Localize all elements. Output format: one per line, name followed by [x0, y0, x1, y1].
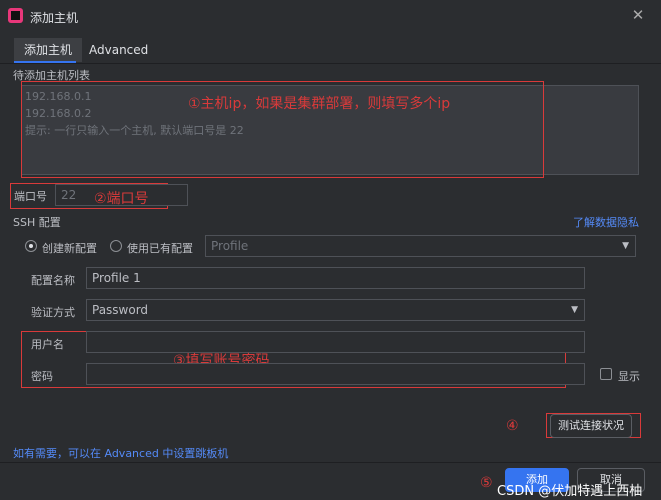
auth-method-value: Password — [92, 303, 149, 317]
port-label: 端口号 — [14, 190, 47, 203]
config-name-label: 配置名称 — [31, 274, 75, 287]
privacy-link[interactable]: 了解数据隐私 — [573, 214, 639, 230]
annotation-hosts: ①主机ip，如果是集群部署，则填写多个ip — [188, 96, 451, 112]
advanced-hint: 如有需要，可以在 Advanced 中设置跳板机 — [13, 447, 229, 460]
annotation-test: ④ — [506, 418, 519, 434]
password-label: 密码 — [31, 370, 53, 383]
existing-profile-value: Profile — [211, 239, 249, 253]
config-name-input[interactable]: Profile 1 — [86, 267, 585, 289]
password-input[interactable] — [86, 363, 585, 385]
footer-divider — [0, 462, 661, 463]
title-bar — [0, 0, 661, 32]
window-title: 添加主机 — [30, 11, 79, 25]
tabs-divider — [0, 63, 661, 64]
auth-method-label: 验证方式 — [31, 306, 75, 319]
radio-existing-config[interactable] — [110, 240, 122, 252]
username-label: 用户名 — [31, 338, 64, 351]
username-input[interactable] — [86, 331, 585, 353]
chevron-down-icon: ▼ — [571, 305, 578, 315]
tab-add-host[interactable]: 添加主机 — [14, 38, 83, 62]
existing-profile-select[interactable]: Profile ▼ — [205, 235, 636, 257]
app-logo-icon — [8, 8, 23, 23]
ssh-section-label: SSH 配置 — [13, 216, 61, 229]
radio-existing-config-label: 使用已有配置 — [127, 242, 193, 255]
chevron-down-icon: ▼ — [622, 241, 629, 251]
radio-new-config[interactable] — [25, 240, 37, 252]
annotation-port: ②端口号 — [94, 191, 149, 207]
radio-new-config-label: 创建新配置 — [42, 242, 97, 255]
tab-advanced[interactable]: Advanced — [79, 38, 158, 62]
show-password-checkbox[interactable] — [600, 368, 612, 380]
close-icon[interactable]: ✕ — [630, 7, 646, 23]
watermark: CSDN @伏加特遇上西柚 — [497, 484, 643, 499]
test-connection-button[interactable]: 测试连接状况 — [550, 414, 632, 438]
show-password-label: 显示 — [618, 370, 640, 383]
auth-method-select[interactable]: Password ▼ — [86, 299, 585, 321]
annotation-add: ⑤ — [480, 475, 493, 491]
